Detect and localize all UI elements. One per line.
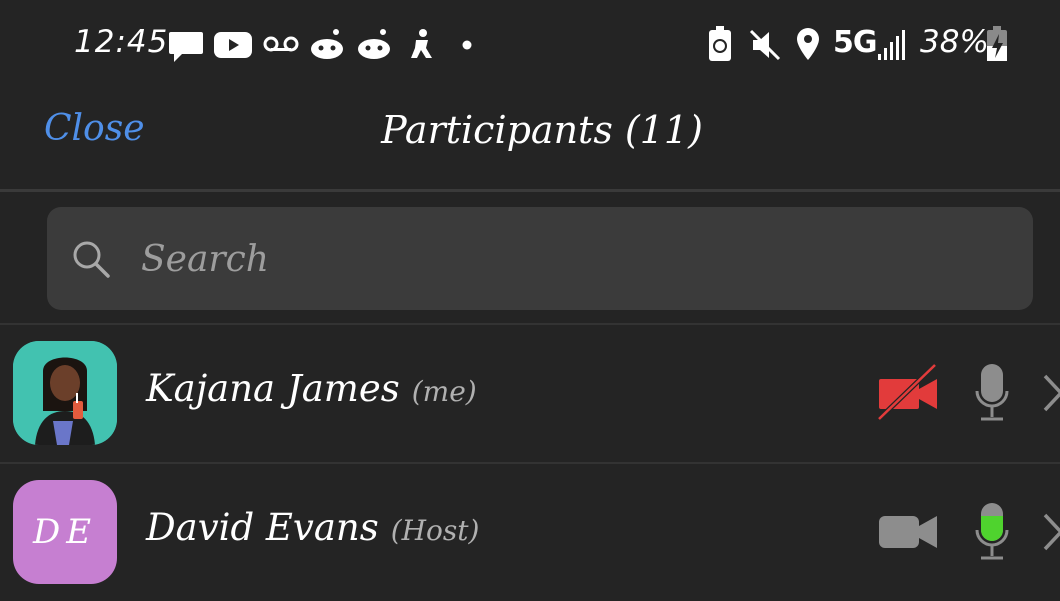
video-off-icon[interactable] [877,363,939,425]
mute-icon [749,29,781,61]
search-icon [73,241,110,278]
youtube-icon [214,32,252,58]
gym-icon [411,29,432,58]
avatar: DE [13,480,117,584]
participant-name-row: Kajana James (me) [146,367,477,410]
signal-icon [878,30,905,60]
location-icon [797,28,819,60]
voicemail-icon [263,36,299,52]
chevron-right-icon[interactable] [1042,373,1060,413]
status-bar: 12:45 5G 38% [0,0,1060,88]
participant-name-row: David Evans (Host) [146,506,479,549]
search-input[interactable] [139,229,1003,289]
microphone-icon[interactable] [975,363,1009,423]
search-box[interactable] [47,207,1033,310]
network-label: 5G [833,25,877,60]
participant-name: David Evans [146,506,379,549]
divider [0,189,1060,192]
participant-row[interactable]: DE David Evans (Host) [0,464,1060,601]
reddit-icon [358,29,390,59]
battery-charging-icon [987,26,1007,61]
battery-percent: 38% [920,24,989,60]
reddit-icon [311,29,343,59]
participant-row[interactable]: Kajana James (me) [0,325,1060,462]
page-title: Participants (11) [381,108,703,152]
avatar [13,341,117,445]
status-time: 12:45 [74,24,169,60]
video-camera-icon[interactable] [877,512,939,552]
participant-tag: (Host) [390,514,480,547]
dot-icon [462,40,472,50]
battery-saver-icon [709,26,731,61]
avatar-photo-icon [13,341,117,445]
avatar-initials: DE [32,512,98,552]
participant-tag: (me) [411,375,477,408]
microphone-active-icon[interactable] [975,502,1009,562]
participant-name: Kajana James [146,367,400,410]
message-icon [169,32,203,62]
chevron-right-icon[interactable] [1042,512,1060,552]
